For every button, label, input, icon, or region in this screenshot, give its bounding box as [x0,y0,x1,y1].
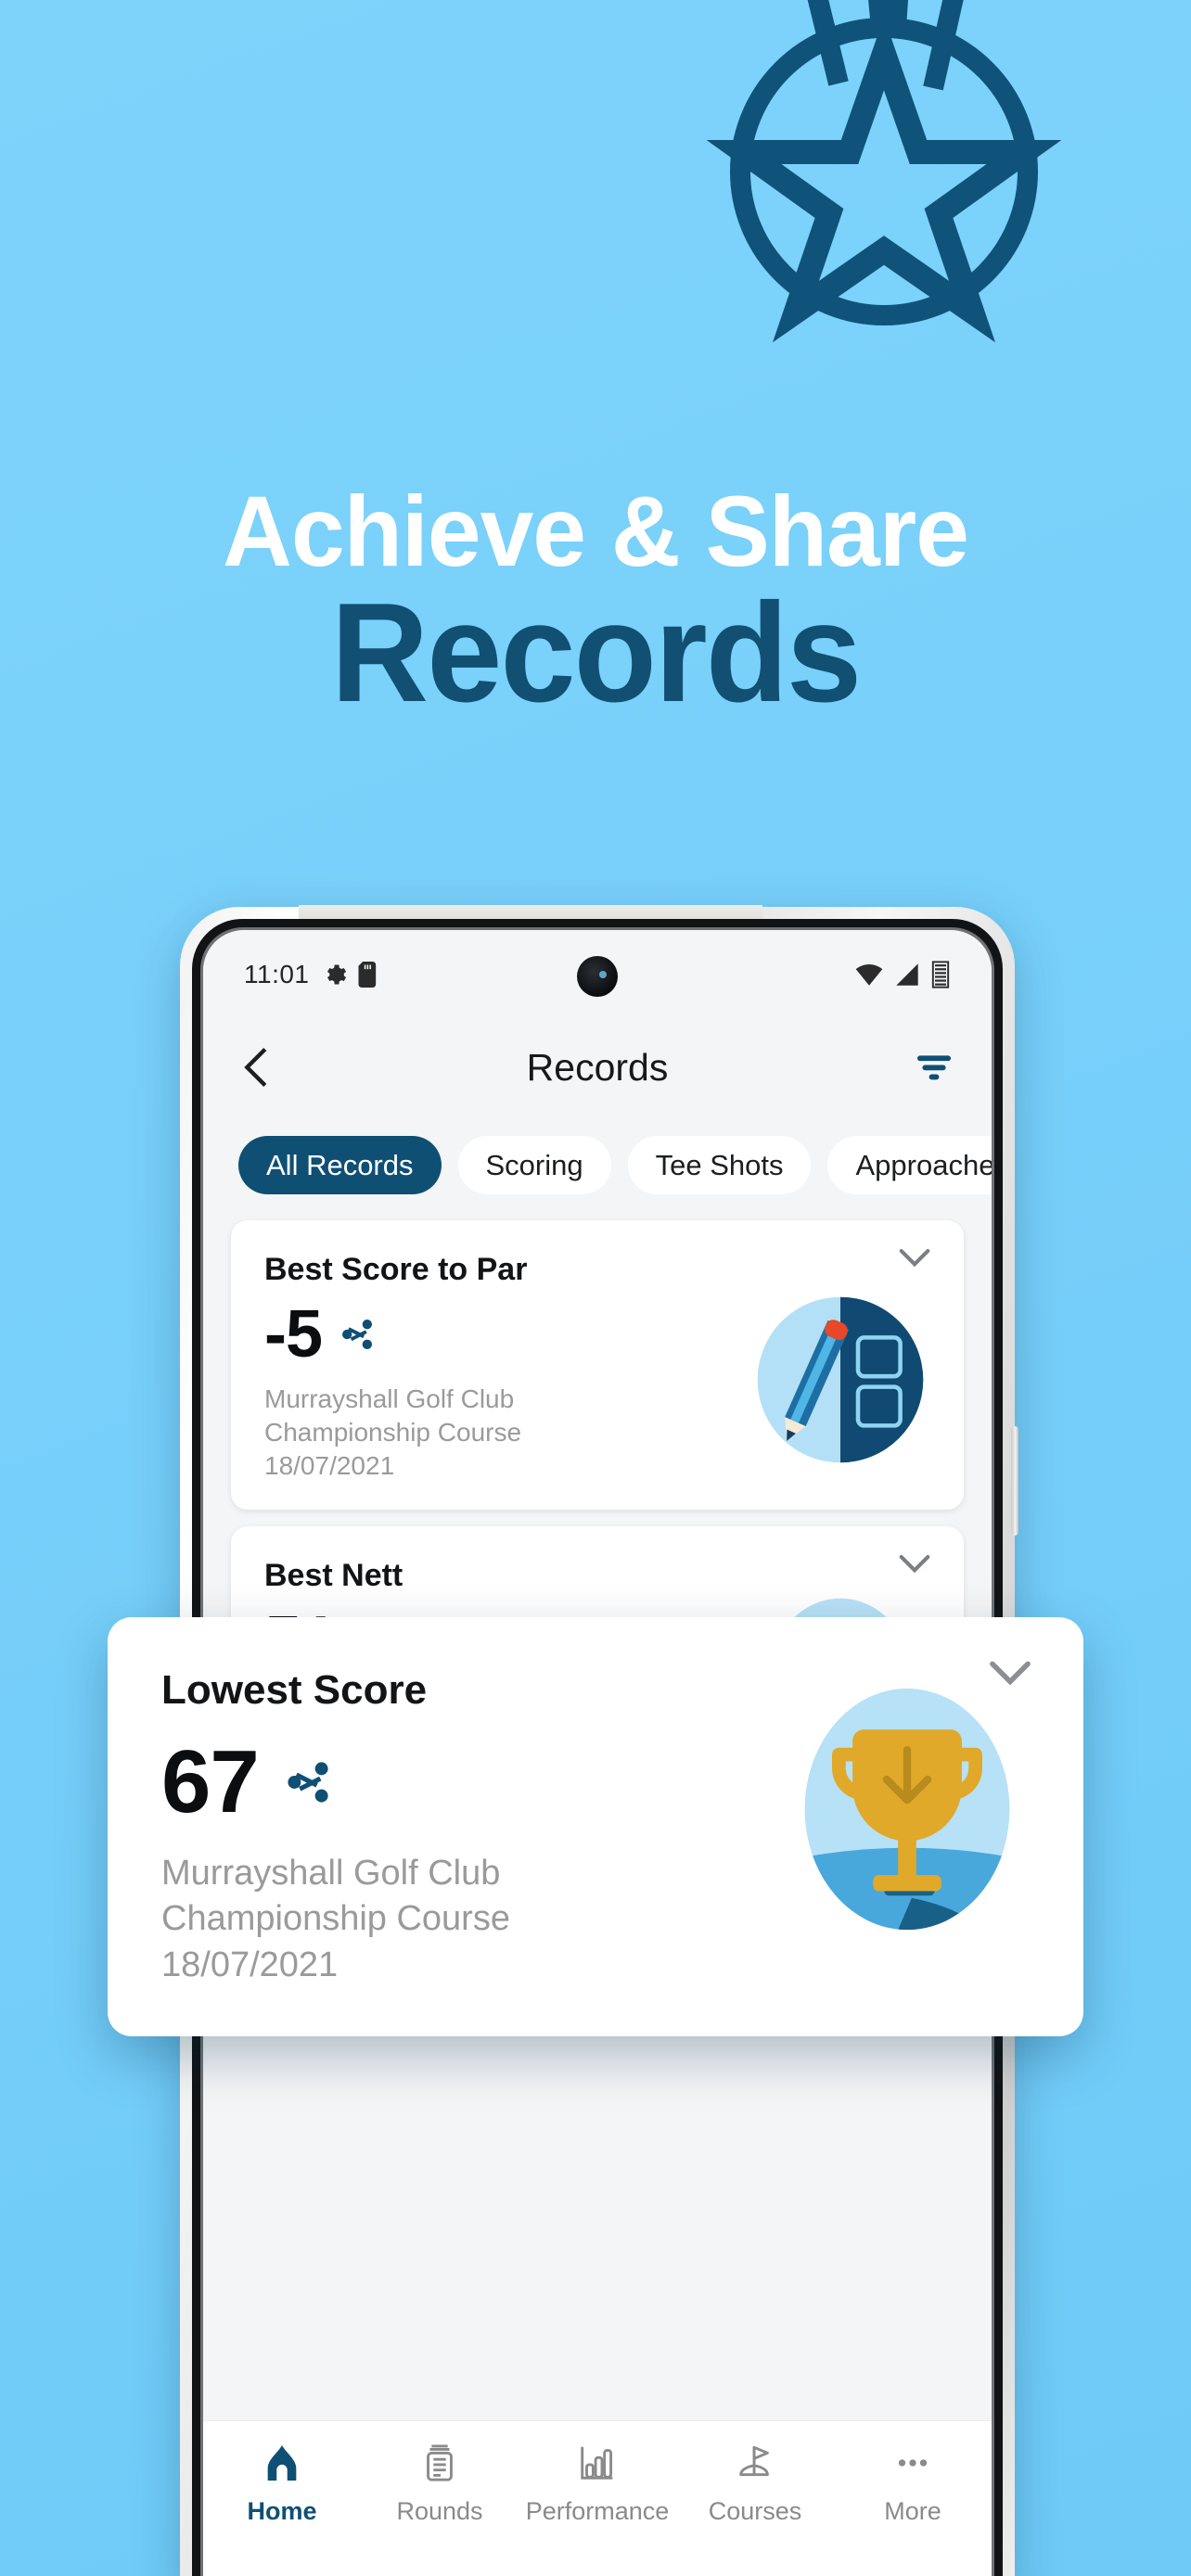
signal-icon [896,963,918,986]
phone-power-button[interactable] [1011,1426,1018,1536]
bottom-navigation[interactable]: Home Rounds Performance Courses More [203,2420,992,2576]
chip-all-records[interactable]: All Records [238,1136,442,1194]
record-course-line1: Murrayshall Golf Club [264,1384,515,1413]
rounds-list-icon [427,2444,453,2481]
featured-record-date: 18/07/2021 [161,1945,339,1984]
page-title: Records [526,1045,669,1089]
nav-item-more[interactable]: More [834,2442,992,2526]
status-time: 11:01 [244,960,310,988]
gear-icon [327,964,346,985]
headline-line-1: Achieve & Share [223,475,969,587]
chevron-down-icon[interactable] [897,1552,932,1576]
app-bar: Records [203,1019,992,1116]
bar-chart-icon [581,2446,613,2480]
status-bar: 11:01 [203,930,992,1019]
scorecard-pencil-icon [757,1296,924,1463]
chip-tee-shots[interactable]: Tee Shots [627,1136,812,1194]
record-date: 18/07/2021 [264,1450,395,1480]
chip-approaches[interactable]: Approaches [827,1136,992,1194]
headline-line-2: Records [330,573,862,732]
nav-item-performance[interactable]: Performance [519,2442,676,2526]
featured-record-course: Murrayshall Golf Club Championship Cours… [161,1851,736,1988]
trophy-down-arrow-icon [804,1688,1010,1931]
more-dots-icon [898,2459,928,2467]
chevron-down-icon[interactable] [897,1246,932,1270]
chip-scoring[interactable]: Scoring [457,1136,611,1194]
share-icon[interactable] [339,1316,376,1353]
featured-course-line1: Murrayshall Golf Club [161,1854,501,1893]
nav-label-home: Home [247,2497,317,2525]
nav-item-rounds[interactable]: Rounds [361,2442,519,2526]
nav-label-performance: Performance [525,2497,670,2525]
battery-icon [931,961,950,988]
promo-headline: Achieve & Share Records [0,475,1191,732]
record-card[interactable]: Best Score to Par -5 Murrayshall Golf Cl… [231,1220,964,1511]
medal-star-icon [666,0,1102,352]
promo-screenshot: Achieve & Share Records 11:01 Records Al… [0,0,1191,2576]
nav-label-rounds: Rounds [396,2497,483,2525]
featured-course-line2: Championship Course [161,1899,510,1939]
nav-item-courses[interactable]: Courses [676,2442,834,2526]
nav-label-more: More [884,2497,941,2525]
record-title: Best Score to Par [264,1252,528,1287]
share-icon[interactable] [283,1757,333,1807]
record-course-line2: Championship Course [264,1417,522,1447]
nav-label-courses: Courses [708,2497,802,2525]
sd-card-icon [358,962,376,988]
nav-item-home[interactable]: Home [203,2442,361,2526]
record-filter-chips[interactable]: All Records Scoring Tee Shots Approaches [203,1116,992,1215]
featured-record-value: 67 [161,1732,260,1831]
camera-punch-hole [577,956,618,997]
home-icon [267,2444,297,2481]
record-value: -5 [264,1297,323,1371]
wifi-icon [855,963,883,986]
record-course: Murrayshall Golf Club Championship Cours… [264,1383,663,1482]
featured-record-card[interactable]: Lowest Score 67 Murrayshall Golf Club Ch… [108,1617,1083,2037]
golf-flag-icon [739,2445,769,2477]
record-title: Best Nett [264,1558,403,1594]
